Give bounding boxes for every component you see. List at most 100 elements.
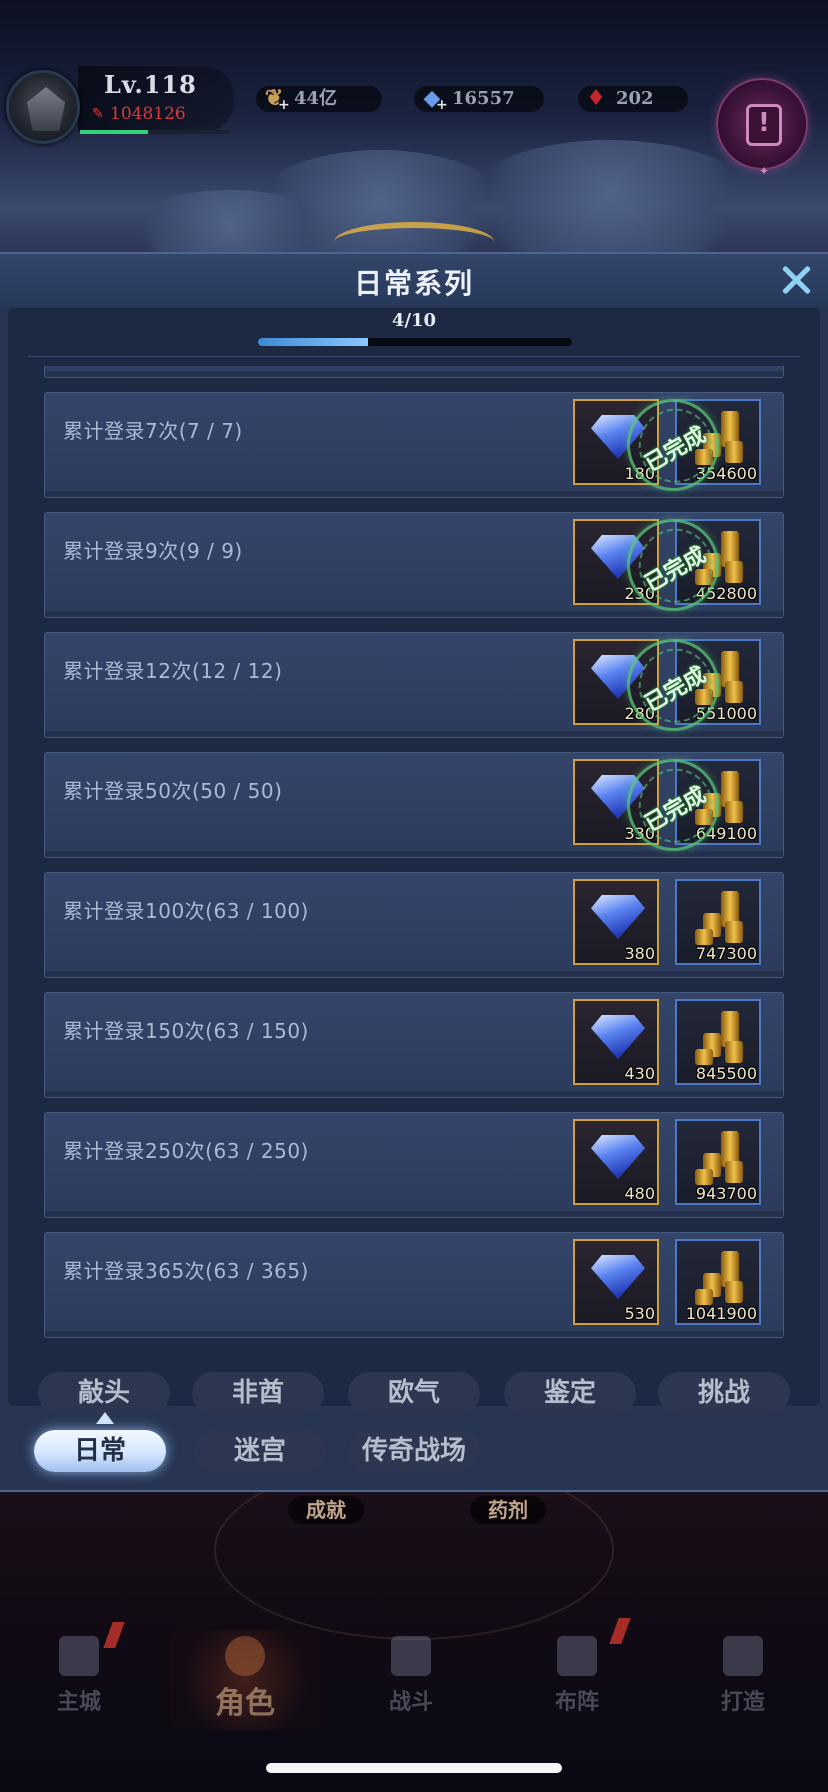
tab-3[interactable]: 欧气: [348, 1372, 480, 1414]
resource-crystal[interactable]: ◆ + 16557: [414, 85, 544, 113]
nav-item-1[interactable]: 主城: [4, 1626, 154, 1726]
exp-bar-fill: [80, 130, 148, 134]
task-label: 累计登录250次(63 / 250): [63, 1139, 309, 1163]
castle-icon: [59, 1636, 99, 1676]
formation-icon: [557, 1636, 597, 1676]
gold-reward[interactable]: 943700: [675, 1119, 761, 1205]
close-icon[interactable]: [776, 260, 816, 300]
task-row: 累计登录250次(63 / 250) 480 943700: [44, 1112, 784, 1218]
crossed-swords-icon: [391, 1636, 431, 1676]
gold-coins-icon: [695, 1011, 747, 1065]
panel-title: 日常系列: [353, 267, 474, 300]
divider: [28, 356, 800, 357]
nav-item-4[interactable]: 布阵: [502, 1626, 652, 1726]
task-row: 累计登录365次(63 / 365) 530 1041900: [44, 1232, 784, 1338]
potion-label[interactable]: 药剂: [470, 1496, 546, 1524]
gold-reward[interactable]: 845500: [675, 999, 761, 1085]
task-label: 累计登录150次(63 / 150): [63, 1019, 309, 1043]
diamond-qty: 380: [624, 944, 655, 963]
bottom-nav: 主城 角色 战斗 布阵 打造: [0, 1626, 828, 1726]
nav-label: 打造: [720, 1689, 765, 1715]
category-tabs: 敲头 非酋 欧气 鉴定 挑战日常 迷宫 传奇战场: [0, 1360, 828, 1490]
player-hud: Lv.118 ✎ 1048126 ❦ + 44亿 ◆ + 16557 ♦ 202: [0, 64, 828, 144]
add-icon: +: [278, 97, 290, 113]
active-tab-pointer: [96, 1412, 114, 1424]
gold-qty: 1041900: [685, 1304, 757, 1323]
gold-qty: 943700: [695, 1184, 757, 1203]
task-label: 累计登录12次(12 / 12): [63, 659, 283, 683]
anvil-icon: [723, 1636, 763, 1676]
gold-reward[interactable]: 1041900: [675, 1239, 761, 1325]
player-avatar[interactable]: [6, 70, 80, 144]
gold-coins-icon: [695, 891, 747, 945]
diamond-reward[interactable]: 430: [573, 999, 659, 1085]
add-icon: +: [436, 97, 448, 113]
task-label: 累计登录9次(9 / 9): [63, 539, 243, 563]
tab-row2-2[interactable]: 迷宫: [194, 1430, 326, 1472]
task-row-partial: [44, 366, 784, 378]
nav-label: 战斗: [388, 1689, 433, 1715]
resource-crystal-value: 16557: [452, 88, 515, 109]
gold-coins-icon: [695, 1251, 747, 1305]
diamond-reward[interactable]: 530: [573, 1239, 659, 1325]
progress-bar-fill: [258, 338, 368, 346]
exclamation-icon: !: [758, 108, 770, 138]
task-list[interactable]: 累计登录7次(7 / 7) 180 354600 已完成 累计登录9次(9 / …: [44, 366, 784, 1400]
resource-gold-value: 44亿: [294, 88, 338, 109]
gold-qty: 747300: [695, 944, 757, 963]
progress-text: 4/10: [391, 310, 437, 331]
diamond-qty: 530: [624, 1304, 655, 1323]
nav-label: 布阵: [554, 1689, 599, 1715]
combat-power: 1048126: [110, 104, 186, 124]
tab-row2-3[interactable]: 传奇战场: [348, 1430, 480, 1472]
progress-bar: [258, 338, 572, 346]
nav-label: 主城: [56, 1689, 101, 1715]
diamond-reward[interactable]: 380: [573, 879, 659, 965]
diamond-icon: [591, 1135, 645, 1179]
task-label: 累计登录50次(50 / 50): [63, 779, 283, 803]
gold-reward[interactable]: 747300: [675, 879, 761, 965]
gold-coins-icon: [695, 1131, 747, 1185]
nav-item-3[interactable]: 战斗: [336, 1626, 486, 1726]
tab-1[interactable]: 敲头: [38, 1372, 170, 1414]
exp-bar: [80, 130, 230, 134]
diamond-qty: 480: [624, 1184, 655, 1203]
tab-5[interactable]: 挑战: [658, 1372, 790, 1414]
helmet-icon: [225, 1636, 265, 1676]
task-row: 累计登录50次(50 / 50) 330 649100 已完成: [44, 742, 784, 868]
task-row: 累计登录7次(7 / 7) 180 354600 已完成: [44, 382, 784, 508]
helmet-icon: [27, 87, 65, 131]
resource-gem[interactable]: ♦ 202: [578, 85, 688, 112]
building-labels: 成就 药剂: [0, 1496, 828, 1526]
completed-stamp-text: 已完成: [640, 541, 711, 598]
achievement-label[interactable]: 成就: [288, 1496, 364, 1524]
task-label: 累计登录100次(63 / 100): [63, 899, 309, 923]
quest-scroll-button[interactable]: ! ✦: [716, 78, 808, 178]
task-row: 累计登录12次(12 / 12) 280 551000 已完成: [44, 622, 784, 748]
task-label: 累计登录7次(7 / 7): [63, 419, 243, 443]
nav-item-2[interactable]: 角色: [170, 1626, 320, 1726]
home-indicator[interactable]: [266, 1763, 562, 1773]
nav-label: 角色: [215, 1686, 275, 1721]
achievement-panel: 日常系列 4/10 累计登录7次(7 / 7) 180 354600 已完成 累…: [0, 252, 828, 1492]
tab-4[interactable]: 鉴定: [504, 1372, 636, 1414]
diamond-reward[interactable]: 480: [573, 1119, 659, 1205]
diamond-icon: [591, 1015, 645, 1059]
tab-2[interactable]: 非酋: [192, 1372, 324, 1414]
resource-gem-value: 202: [616, 88, 654, 109]
completed-stamp-text: 已完成: [640, 421, 711, 478]
tab-row2-1[interactable]: 日常: [34, 1430, 166, 1472]
nav-item-5[interactable]: 打造: [668, 1626, 818, 1726]
diamond-qty: 430: [624, 1064, 655, 1083]
task-row: 累计登录100次(63 / 100) 380 747300: [44, 872, 784, 978]
diamond-icon: [591, 1255, 645, 1299]
gold-qty: 845500: [695, 1064, 757, 1083]
red-gem-icon: ♦: [586, 85, 606, 111]
completed-stamp-text: 已完成: [640, 781, 711, 838]
player-level: Lv.118: [104, 70, 197, 99]
task-row: 累计登录9次(9 / 9) 230 452800 已完成: [44, 502, 784, 628]
resource-gold[interactable]: ❦ + 44亿: [256, 85, 382, 113]
task-row: 累计登录150次(63 / 150) 430 845500: [44, 992, 784, 1098]
completed-stamp-text: 已完成: [640, 661, 711, 718]
task-label: 累计登录365次(63 / 365): [63, 1259, 309, 1283]
